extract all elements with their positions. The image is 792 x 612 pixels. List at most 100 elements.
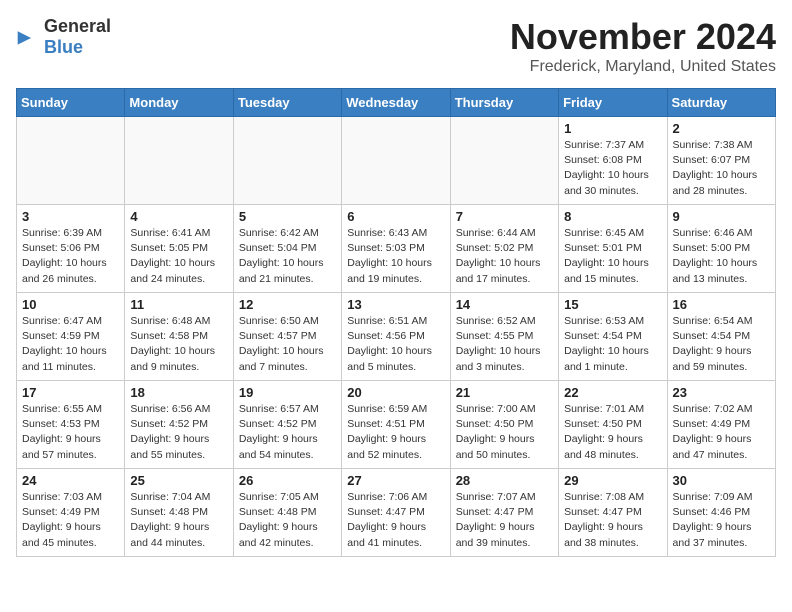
- calendar-week-1: 1 Sunrise: 7:37 AM Sunset: 6:08 PM Daylig…: [17, 117, 776, 205]
- calendar-cell: [450, 117, 558, 205]
- calendar-cell: 25Sunrise: 7:04 AM Sunset: 4:48 PM Dayli…: [125, 469, 233, 557]
- day-info: Sunrise: 7:00 AM Sunset: 4:50 PM Dayligh…: [456, 402, 553, 463]
- calendar-cell: 22 Sunrise: 7:01 AM Sunset: 4:50 PM Dayli…: [559, 381, 667, 469]
- header-day-tuesday: Tuesday: [233, 89, 341, 117]
- day-info: Sunrise: 7:08 AM Sunset: 4:47 PM Dayligh…: [564, 490, 661, 551]
- day-info: Sunrise: 6:54 AM Sunset: 4:54 PM Dayligh…: [673, 314, 770, 375]
- day-info: Sunrise: 7:06 AM Sunset: 4:47 PM Dayligh…: [347, 490, 444, 551]
- day-number: 9: [673, 209, 770, 224]
- calendar-header-row: SundayMondayTuesdayWednesdayThursdayFrid…: [17, 89, 776, 117]
- day-info: Sunrise: 6:42 AM Sunset: 5:04 PM Dayligh…: [239, 226, 336, 287]
- header-day-wednesday: Wednesday: [342, 89, 450, 117]
- header-day-monday: Monday: [125, 89, 233, 117]
- day-info: Sunrise: 6:51 AM Sunset: 4:56 PM Dayligh…: [347, 314, 444, 375]
- day-info: Sunrise: 7:02 AM Sunset: 4:49 PM Dayligh…: [673, 402, 770, 463]
- day-info: Sunrise: 6:45 AM Sunset: 5:01 PM Dayligh…: [564, 226, 661, 287]
- calendar-cell: 30 Sunrise: 7:09 AM Sunset: 4:46 PM Dayli…: [667, 469, 775, 557]
- day-number: 29: [564, 473, 661, 488]
- header-day-sunday: Sunday: [17, 89, 125, 117]
- day-number: 21: [456, 385, 553, 400]
- day-info: Sunrise: 6:53 AM Sunset: 4:54 PM Dayligh…: [564, 314, 661, 375]
- calendar-table: SundayMondayTuesdayWednesdayThursdayFrid…: [16, 88, 776, 557]
- calendar-week-5: 24Sunrise: 7:03 AM Sunset: 4:49 PM Dayli…: [17, 469, 776, 557]
- calendar-week-3: 10 Sunrise: 6:47 AM Sunset: 4:59 PM Dayli…: [17, 293, 776, 381]
- header-day-saturday: Saturday: [667, 89, 775, 117]
- calendar-cell: 23 Sunrise: 7:02 AM Sunset: 4:49 PM Dayli…: [667, 381, 775, 469]
- calendar-cell: 8Sunrise: 6:45 AM Sunset: 5:01 PM Daylig…: [559, 205, 667, 293]
- calendar-cell: 6 Sunrise: 6:43 AM Sunset: 5:03 PM Daylig…: [342, 205, 450, 293]
- location-title: Frederick, Maryland, United States: [510, 58, 776, 76]
- day-number: 16: [673, 297, 770, 312]
- day-number: 7: [456, 209, 553, 224]
- logo: ▶ General Blue: [16, 16, 111, 58]
- calendar-cell: 13 Sunrise: 6:51 AM Sunset: 4:56 PM Dayli…: [342, 293, 450, 381]
- day-info: Sunrise: 6:47 AM Sunset: 4:59 PM Dayligh…: [22, 314, 119, 375]
- day-number: 20: [347, 385, 444, 400]
- header: ▶ General Blue November 2024 Frederick, …: [16, 16, 776, 76]
- day-info: Sunrise: 6:43 AM Sunset: 5:03 PM Dayligh…: [347, 226, 444, 287]
- day-info: Sunrise: 7:09 AM Sunset: 4:46 PM Dayligh…: [673, 490, 770, 551]
- calendar-cell: 26Sunrise: 7:05 AM Sunset: 4:48 PM Dayli…: [233, 469, 341, 557]
- day-number: 10: [22, 297, 119, 312]
- day-number: 11: [130, 297, 227, 312]
- day-number: 2: [673, 121, 770, 136]
- day-number: 28: [456, 473, 553, 488]
- calendar-cell: 21 Sunrise: 7:00 AM Sunset: 4:50 PM Dayli…: [450, 381, 558, 469]
- calendar-cell: 15 Sunrise: 6:53 AM Sunset: 4:54 PM Dayli…: [559, 293, 667, 381]
- day-number: 23: [673, 385, 770, 400]
- day-number: 27: [347, 473, 444, 488]
- calendar-cell: 2 Sunrise: 7:38 AM Sunset: 6:07 PM Daylig…: [667, 117, 775, 205]
- day-info: Sunrise: 7:01 AM Sunset: 4:50 PM Dayligh…: [564, 402, 661, 463]
- day-info: Sunrise: 6:55 AM Sunset: 4:53 PM Dayligh…: [22, 402, 119, 463]
- day-info: Sunrise: 6:59 AM Sunset: 4:51 PM Dayligh…: [347, 402, 444, 463]
- calendar-week-2: 3Sunrise: 6:39 AM Sunset: 5:06 PM Daylig…: [17, 205, 776, 293]
- day-number: 1: [564, 121, 661, 136]
- day-number: 6: [347, 209, 444, 224]
- calendar-cell: 10 Sunrise: 6:47 AM Sunset: 4:59 PM Dayli…: [17, 293, 125, 381]
- day-number: 18: [130, 385, 227, 400]
- calendar-cell: 28 Sunrise: 7:07 AM Sunset: 4:47 PM Dayli…: [450, 469, 558, 557]
- calendar-cell: 29 Sunrise: 7:08 AM Sunset: 4:47 PM Dayli…: [559, 469, 667, 557]
- logo-icon: ▶: [16, 25, 40, 49]
- day-info: Sunrise: 7:37 AM Sunset: 6:08 PM Dayligh…: [564, 138, 661, 199]
- day-number: 15: [564, 297, 661, 312]
- day-number: 19: [239, 385, 336, 400]
- calendar-cell: 7 Sunrise: 6:44 AM Sunset: 5:02 PM Daylig…: [450, 205, 558, 293]
- day-number: 30: [673, 473, 770, 488]
- calendar-cell: 11Sunrise: 6:48 AM Sunset: 4:58 PM Dayli…: [125, 293, 233, 381]
- day-number: 22: [564, 385, 661, 400]
- header-day-friday: Friday: [559, 89, 667, 117]
- title-area: November 2024 Frederick, Maryland, Unite…: [510, 16, 776, 76]
- calendar-cell: 1 Sunrise: 7:37 AM Sunset: 6:08 PM Daylig…: [559, 117, 667, 205]
- day-info: Sunrise: 7:03 AM Sunset: 4:49 PM Dayligh…: [22, 490, 119, 551]
- day-number: 4: [130, 209, 227, 224]
- day-number: 17: [22, 385, 119, 400]
- calendar-cell: 3Sunrise: 6:39 AM Sunset: 5:06 PM Daylig…: [17, 205, 125, 293]
- calendar-cell: 20 Sunrise: 6:59 AM Sunset: 4:51 PM Dayli…: [342, 381, 450, 469]
- day-info: Sunrise: 6:50 AM Sunset: 4:57 PM Dayligh…: [239, 314, 336, 375]
- calendar-cell: 17 Sunrise: 6:55 AM Sunset: 4:53 PM Dayli…: [17, 381, 125, 469]
- day-number: 13: [347, 297, 444, 312]
- day-info: Sunrise: 7:07 AM Sunset: 4:47 PM Dayligh…: [456, 490, 553, 551]
- day-info: Sunrise: 7:38 AM Sunset: 6:07 PM Dayligh…: [673, 138, 770, 199]
- calendar-cell: [125, 117, 233, 205]
- day-number: 14: [456, 297, 553, 312]
- calendar-cell: 12Sunrise: 6:50 AM Sunset: 4:57 PM Dayli…: [233, 293, 341, 381]
- day-info: Sunrise: 6:46 AM Sunset: 5:00 PM Dayligh…: [673, 226, 770, 287]
- calendar-cell: [342, 117, 450, 205]
- logo-general-text: General: [44, 16, 111, 36]
- day-info: Sunrise: 6:56 AM Sunset: 4:52 PM Dayligh…: [130, 402, 227, 463]
- calendar-cell: [17, 117, 125, 205]
- calendar-cell: 18 Sunrise: 6:56 AM Sunset: 4:52 PM Dayli…: [125, 381, 233, 469]
- calendar-cell: 19 Sunrise: 6:57 AM Sunset: 4:52 PM Dayli…: [233, 381, 341, 469]
- calendar-week-4: 17 Sunrise: 6:55 AM Sunset: 4:53 PM Dayli…: [17, 381, 776, 469]
- day-info: Sunrise: 6:52 AM Sunset: 4:55 PM Dayligh…: [456, 314, 553, 375]
- day-info: Sunrise: 6:44 AM Sunset: 5:02 PM Dayligh…: [456, 226, 553, 287]
- day-number: 3: [22, 209, 119, 224]
- calendar-cell: [233, 117, 341, 205]
- calendar-cell: 16 Sunrise: 6:54 AM Sunset: 4:54 PM Dayli…: [667, 293, 775, 381]
- day-number: 25: [130, 473, 227, 488]
- day-info: Sunrise: 6:57 AM Sunset: 4:52 PM Dayligh…: [239, 402, 336, 463]
- calendar-cell: 4Sunrise: 6:41 AM Sunset: 5:05 PM Daylig…: [125, 205, 233, 293]
- month-title: November 2024: [510, 16, 776, 58]
